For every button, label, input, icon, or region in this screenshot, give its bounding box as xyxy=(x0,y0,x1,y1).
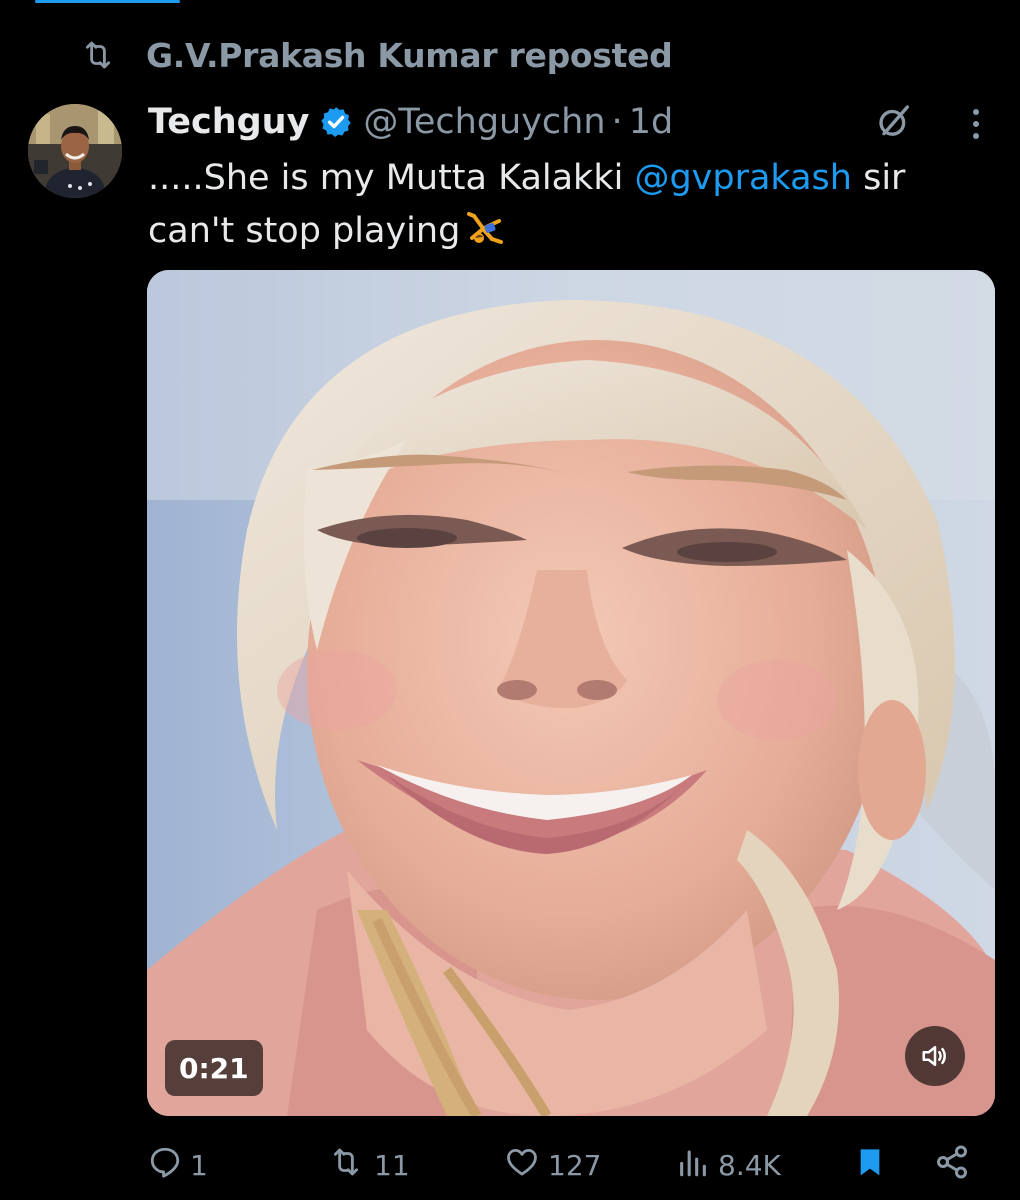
more-options-icon[interactable] xyxy=(958,102,994,146)
repost-button[interactable]: 11 xyxy=(326,1140,410,1190)
video-duration: 0:21 xyxy=(165,1040,263,1096)
views-count: 8.4K xyxy=(718,1148,781,1182)
video-player[interactable]: 0:21 xyxy=(147,270,995,1116)
mention-link[interactable]: @gvprakash xyxy=(634,158,852,198)
bookmark-button[interactable] xyxy=(854,1140,886,1190)
share-button[interactable] xyxy=(934,1140,970,1190)
post-timestamp[interactable]: 1d xyxy=(629,102,674,142)
reply-count: 1 xyxy=(190,1148,208,1182)
verified-badge-icon[interactable] xyxy=(319,105,353,139)
repost-count: 11 xyxy=(374,1148,410,1182)
like-count: 127 xyxy=(548,1148,602,1182)
post-text-start: .....She is my Mutta Kalakki xyxy=(148,158,635,198)
share-icon xyxy=(934,1144,970,1187)
reply-button[interactable]: 1 xyxy=(148,1140,208,1190)
post-actions: 1 11 127 8.4K xyxy=(148,1140,988,1190)
cartwheel-emoji-icon xyxy=(466,208,506,264)
views-button[interactable]: 8.4K xyxy=(676,1140,781,1190)
heart-icon xyxy=(504,1145,540,1186)
repost-label: G.V.Prakash Kumar reposted xyxy=(146,35,673,75)
post-header: Techguy @Techguychn · 1d xyxy=(148,94,673,150)
views-chart-icon xyxy=(676,1145,710,1186)
post-text: .....She is my Mutta Kalakki @gvprakash … xyxy=(148,152,998,264)
top-tab-indicator xyxy=(35,0,180,3)
video-thumbnail xyxy=(147,270,995,1116)
like-button[interactable]: 127 xyxy=(504,1140,601,1190)
repost-context[interactable]: G.V.Prakash Kumar reposted xyxy=(78,30,673,80)
grok-icon[interactable] xyxy=(872,100,916,144)
display-name[interactable]: Techguy xyxy=(148,102,309,142)
speaker-icon[interactable] xyxy=(905,1026,965,1086)
repost-icon xyxy=(78,35,118,75)
repost-action-icon xyxy=(326,1145,366,1186)
user-handle[interactable]: @Techguychn xyxy=(363,102,605,142)
bookmark-icon xyxy=(854,1144,886,1187)
separator-dot: · xyxy=(611,102,623,142)
avatar[interactable] xyxy=(28,104,122,198)
reply-icon xyxy=(148,1145,182,1186)
